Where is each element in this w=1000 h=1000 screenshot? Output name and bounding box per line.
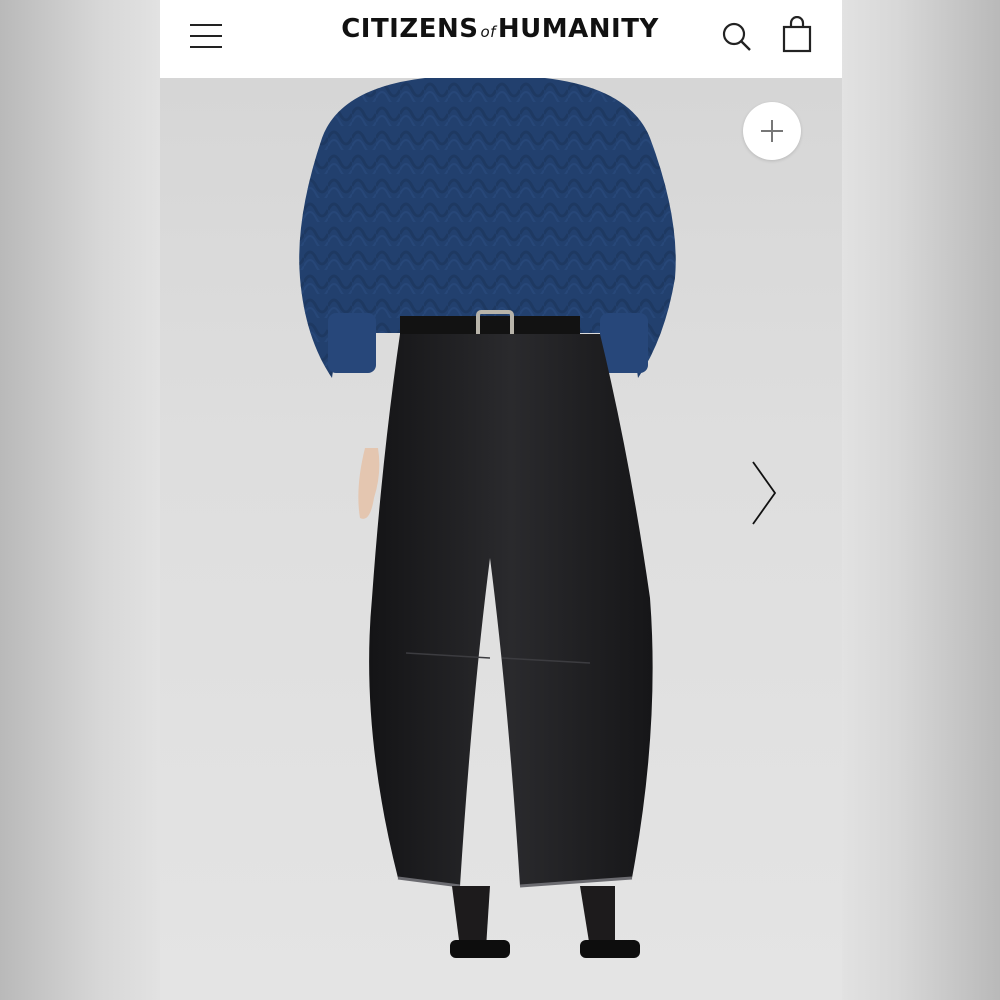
- right-ankle: [580, 886, 615, 948]
- app-frame: CITIZENS ofHUMANITY: [160, 0, 842, 1000]
- right-cuff: [600, 313, 648, 373]
- plus-icon: [761, 120, 783, 142]
- brand-word-citizens: CITIZENS: [341, 14, 479, 44]
- shopping-bag-icon: [782, 15, 812, 53]
- chevron-right-icon: [752, 461, 777, 525]
- model-figure: [299, 78, 676, 958]
- hamburger-menu-icon: [190, 24, 222, 26]
- product-image[interactable]: [160, 78, 842, 1000]
- left-cuff: [328, 313, 376, 373]
- brand-logo[interactable]: CITIZENS ofHUMANITY: [330, 14, 670, 44]
- right-sandal: [580, 940, 640, 958]
- left-hand: [358, 448, 380, 519]
- search-icon: [722, 22, 751, 51]
- hamburger-menu-icon-bar: [190, 46, 222, 48]
- brand-word-of: of: [480, 23, 496, 41]
- jeans: [369, 334, 653, 886]
- menu-button[interactable]: [188, 22, 224, 52]
- belt: [400, 316, 580, 334]
- brand-word-humanity: HUMANITY: [497, 14, 659, 44]
- search-button[interactable]: [720, 20, 754, 54]
- hamburger-menu-icon-bar: [190, 35, 222, 37]
- next-image-button[interactable]: [745, 458, 781, 528]
- left-ankle: [452, 886, 490, 948]
- site-header: CITIZENS ofHUMANITY: [160, 0, 842, 78]
- zoom-button[interactable]: [743, 102, 801, 160]
- shopping-bag-button[interactable]: [780, 15, 814, 54]
- left-sandal: [450, 940, 510, 958]
